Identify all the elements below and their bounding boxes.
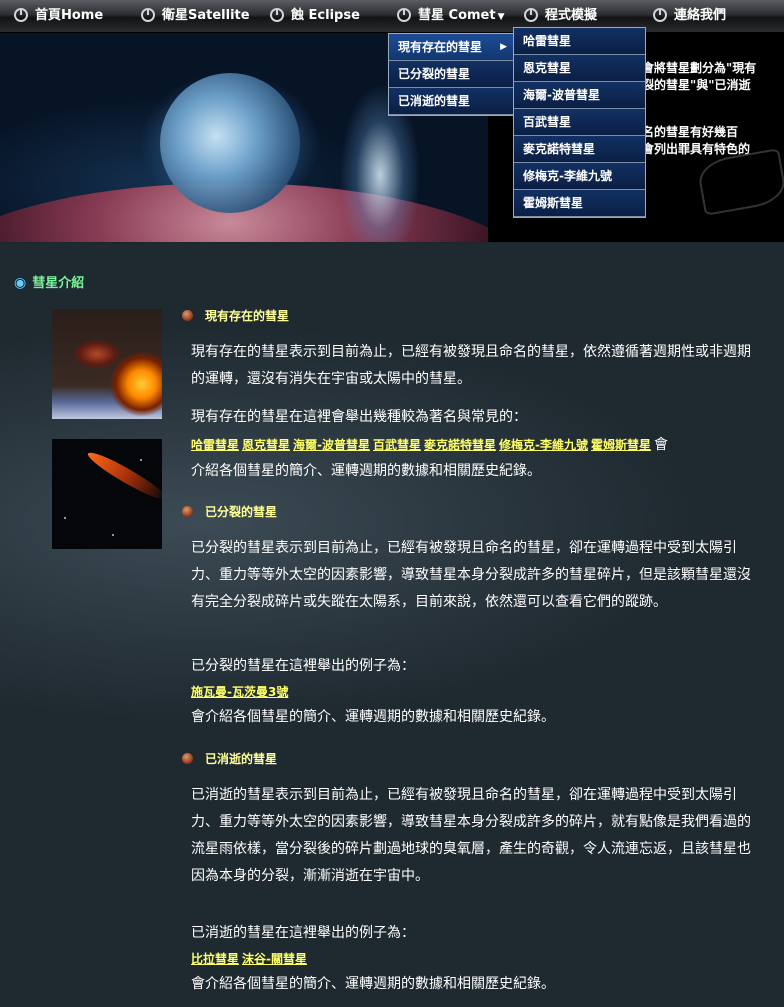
link-ikeya-seki[interactable]: 沫谷-關彗星 bbox=[242, 952, 307, 966]
nav-simulation-label: 程式模擬 bbox=[545, 8, 598, 23]
hero-text-line: 名的彗星有好幾百 bbox=[642, 125, 739, 139]
link-hale-bopp[interactable]: 海爾-波普彗星 bbox=[293, 438, 370, 452]
heading-label: 已消逝的彗星 bbox=[205, 752, 278, 766]
link-schwassmann-wachmann[interactable]: 施瓦曼-瓦茨曼3號 bbox=[191, 685, 288, 699]
link-biela[interactable]: 比拉彗星 bbox=[191, 952, 239, 966]
menu-item-label: 已消逝的彗星 bbox=[398, 94, 471, 108]
moon-image bbox=[160, 73, 300, 213]
menu-item-vanished[interactable]: 已消逝的彗星 bbox=[389, 88, 513, 115]
existing-comet-links: 哈雷彗星 恩克彗星 海爾-波普彗星 百武彗星 麥克諾特彗星 修梅克-李維九號 霍姆斯彗星會 bbox=[191, 432, 761, 458]
section-title: ◉ 彗星介紹 bbox=[14, 272, 84, 291]
star-dot bbox=[64, 517, 66, 519]
links-suffix: 會 bbox=[654, 437, 669, 453]
nav-contact-label: 連絡我們 bbox=[674, 8, 727, 23]
heading-label: 現有存在的彗星 bbox=[205, 309, 290, 323]
power-icon bbox=[524, 8, 538, 22]
submenu-item-mcnaught[interactable]: 麥克諾特彗星 bbox=[514, 136, 645, 163]
link-encke[interactable]: 恩克彗星 bbox=[242, 438, 290, 452]
comet-sun-image bbox=[52, 309, 162, 419]
menu-item-label: 現有存在的彗星 bbox=[398, 40, 483, 54]
submenu-item-shoemaker-levy[interactable]: 修梅克-李維九號 bbox=[514, 163, 645, 190]
comet-tail-shape bbox=[84, 447, 162, 505]
hero-text-block-1: 會將彗星劃分為"現有 裂的彗星"與"已消逝 bbox=[642, 60, 782, 94]
existing-list-intro: 現有存在的彗星在這裡會舉出幾種較為著名與常見的： bbox=[191, 409, 527, 425]
power-icon bbox=[270, 8, 284, 22]
split-comet-links: 施瓦曼-瓦茨曼3號 bbox=[191, 679, 761, 705]
menu-item-label: 已分裂的彗星 bbox=[398, 67, 471, 81]
planet-bullet-icon bbox=[182, 310, 193, 321]
nav-home-label: 首頁Home bbox=[35, 8, 104, 23]
comet-submenu: 哈雷彗星 恩克彗星 海爾-波普彗星 百武彗星 麥克諾特彗星 修梅克-李維九號 霍… bbox=[513, 27, 646, 218]
menu-item-split[interactable]: 已分裂的彗星 bbox=[389, 61, 513, 88]
split-description: 會介紹各個彗星的簡介、運轉週期的數據和相關歷史紀錄。 bbox=[191, 709, 555, 725]
submenu-item-label: 麥克諾特彗星 bbox=[523, 142, 596, 156]
chevron-right-icon: ▶ bbox=[500, 42, 507, 52]
link-shoemaker-levy[interactable]: 修梅克-李維九號 bbox=[499, 438, 588, 452]
nav-contact[interactable]: 連絡我們 bbox=[653, 0, 726, 32]
section-title-label: 彗星介紹 bbox=[32, 276, 85, 291]
nav-comet[interactable]: 彗星 Comet ▼ bbox=[397, 0, 505, 32]
nav-eclipse-label: 蝕 Eclipse bbox=[291, 8, 360, 23]
existing-paragraph: 現有存在的彗星表示到目前為止，已經有被發現且命名的彗星，依然遵循著週期性或非週期… bbox=[191, 344, 751, 387]
vanished-comets-heading: 已消逝的彗星 bbox=[182, 750, 277, 767]
link-hyakutake[interactable]: 百武彗星 bbox=[373, 438, 421, 452]
nav-satellite-label: 衛星Satellite bbox=[162, 8, 250, 23]
submenu-item-label: 哈雷彗星 bbox=[523, 34, 572, 48]
planet-bullet-icon bbox=[182, 753, 193, 764]
submenu-item-encke[interactable]: 恩克彗星 bbox=[514, 55, 645, 82]
chevron-down-icon: ▼ bbox=[497, 12, 505, 22]
planet-bullet-icon bbox=[182, 506, 193, 517]
star-dot bbox=[140, 459, 142, 461]
vanished-paragraph: 已消逝的彗星表示到目前為止，已經有被發現且命名的彗星，卻在運轉過程中受到太陽引力… bbox=[191, 787, 751, 884]
submenu-item-label: 百武彗星 bbox=[523, 115, 572, 129]
power-icon bbox=[653, 8, 667, 22]
power-icon bbox=[397, 8, 411, 22]
submenu-item-label: 海爾-波普彗星 bbox=[523, 88, 600, 102]
link-mcnaught[interactable]: 麥克諾特彗星 bbox=[424, 438, 496, 452]
nav-home[interactable]: 首頁Home bbox=[14, 0, 103, 32]
nav-satellite[interactable]: 衛星Satellite bbox=[141, 0, 250, 32]
heading-label: 已分裂的彗星 bbox=[205, 505, 278, 519]
submenu-item-holmes[interactable]: 霍姆斯彗星 bbox=[514, 190, 645, 217]
hero-text-line: 會將彗星劃分為"現有 bbox=[642, 61, 757, 75]
split-list-intro: 已分裂的彗星在這裡舉出的例子為： bbox=[191, 658, 415, 674]
vanished-description: 會介紹各個彗星的簡介、運轉週期的數據和相關歷史紀錄。 bbox=[191, 976, 555, 992]
star-dot bbox=[112, 534, 114, 536]
nav-comet-label: 彗星 Comet bbox=[418, 8, 496, 23]
link-holmes[interactable]: 霍姆斯彗星 bbox=[591, 438, 651, 452]
submenu-item-hale-bopp[interactable]: 海爾-波普彗星 bbox=[514, 82, 645, 109]
split-comets-heading: 已分裂的彗星 bbox=[182, 503, 277, 520]
split-paragraph: 已分裂的彗星表示到目前為止，已經有被發現且命名的彗星，卻在運轉過程中受到太陽引力… bbox=[191, 540, 751, 610]
submenu-item-hyakutake[interactable]: 百武彗星 bbox=[514, 109, 645, 136]
hero-text-line: 裂的彗星"與"已消逝 bbox=[642, 78, 751, 92]
power-icon bbox=[141, 8, 155, 22]
comet-space-image bbox=[52, 439, 162, 549]
top-nav-bar: 首頁Home 衛星Satellite 蝕 Eclipse 彗星 Comet ▼ 程… bbox=[0, 0, 784, 33]
vanished-list-intro: 已消逝的彗星在這裡舉出的例子為： bbox=[191, 925, 415, 941]
signal-icon: ◉ bbox=[14, 275, 27, 291]
existing-comets-heading: 現有存在的彗星 bbox=[182, 307, 289, 324]
vanished-comet-links: 比拉彗星 沫谷-關彗星 bbox=[191, 946, 761, 972]
power-icon bbox=[14, 8, 28, 22]
nav-eclipse[interactable]: 蝕 Eclipse bbox=[270, 0, 360, 32]
comet-dropdown-menu: 現有存在的彗星 ▶ 已分裂的彗星 已消逝的彗星 bbox=[388, 33, 514, 116]
submenu-item-label: 霍姆斯彗星 bbox=[523, 196, 584, 210]
link-halley[interactable]: 哈雷彗星 bbox=[191, 438, 239, 452]
menu-item-existing[interactable]: 現有存在的彗星 ▶ bbox=[389, 34, 513, 61]
submenu-item-halley[interactable]: 哈雷彗星 bbox=[514, 28, 645, 55]
existing-description: 介紹各個彗星的簡介、運轉週期的數據和相關歷史紀錄。 bbox=[191, 463, 541, 479]
submenu-item-label: 恩克彗星 bbox=[523, 61, 572, 75]
submenu-item-label: 修梅克-李維九號 bbox=[523, 169, 612, 183]
